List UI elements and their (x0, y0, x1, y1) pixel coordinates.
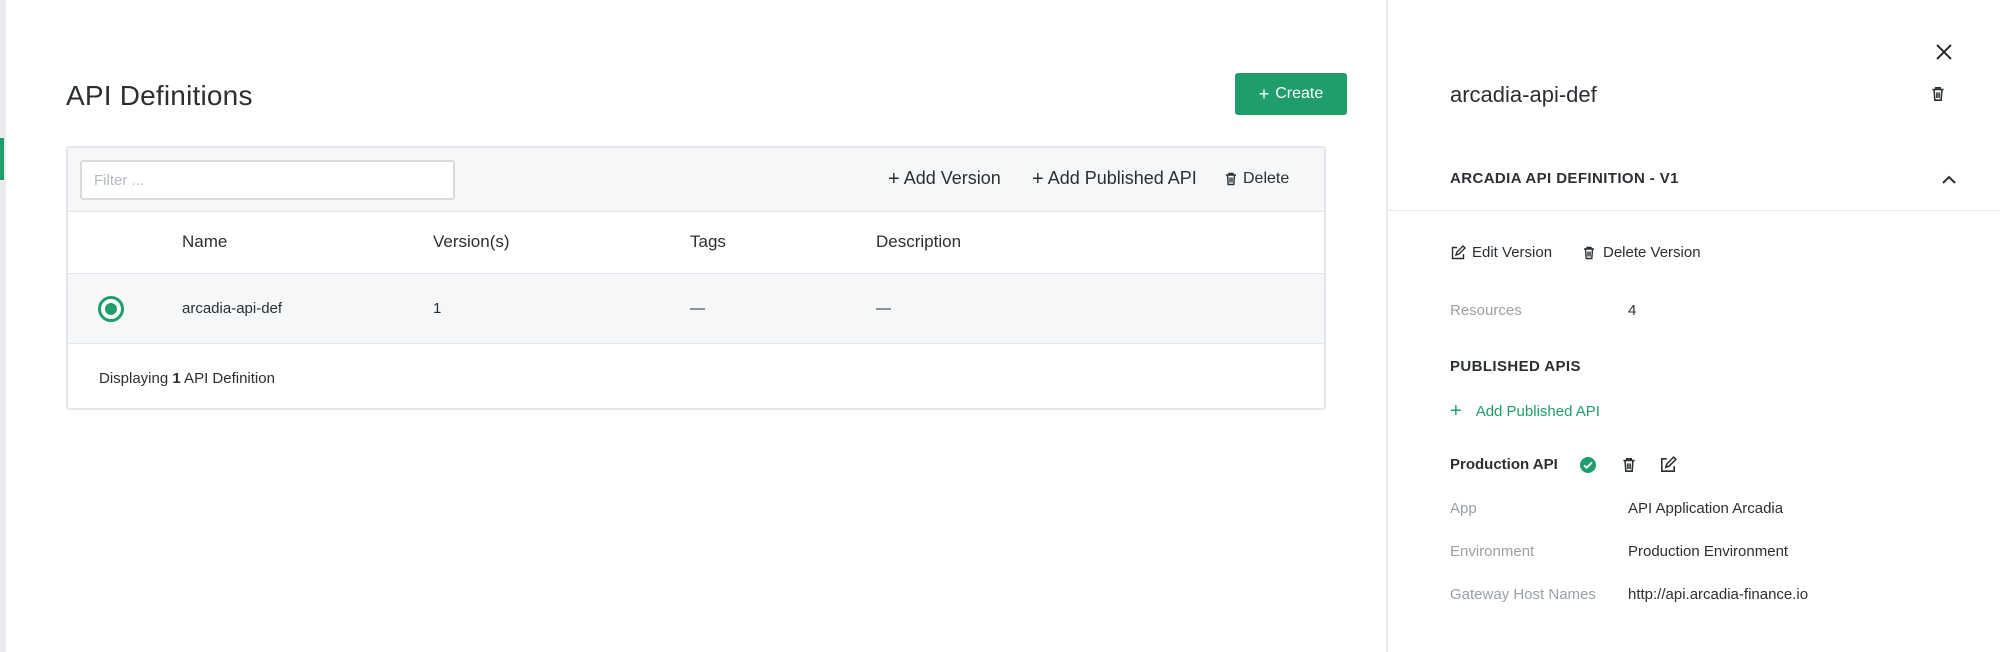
page-title: API Definitions (66, 80, 253, 111)
plus-icon: + (1032, 167, 1044, 190)
row-select-radio[interactable] (98, 296, 124, 322)
plus-icon: + (1450, 400, 1462, 422)
plus-icon: + (1258, 84, 1270, 104)
create-button[interactable]: + Create (1235, 73, 1347, 115)
chevron-up-icon[interactable] (1939, 170, 1959, 190)
edit-version-button[interactable]: Edit Version (1450, 244, 1552, 261)
resources-value: 4 (1628, 302, 1637, 319)
table-footer-count: Displaying 1 API Definition (99, 370, 275, 387)
gateway-host-names-label: Gateway Host Names (1450, 586, 1596, 603)
delete-label: Delete (1243, 170, 1290, 187)
delete-version-button[interactable]: Delete Version (1581, 244, 1701, 261)
create-button-label: Create (1275, 85, 1324, 102)
edit-icon[interactable] (1659, 456, 1677, 474)
api-definitions-table: + Add Version + Add Published API Delete… (66, 146, 1326, 410)
panel-title: arcadia-api-def (1450, 82, 1597, 107)
add-published-api-button[interactable]: + Add Published API (1032, 168, 1197, 189)
app-label: App (1450, 500, 1477, 517)
details-panel: arcadia-api-def ARCADIA API DEFINITION -… (1388, 0, 2000, 652)
add-published-api-label: Add Published API (1047, 168, 1197, 188)
edit-icon (1451, 244, 1466, 259)
edit-version-label: Edit Version (1472, 244, 1553, 261)
main-content: API Definitions + Create + Add Version +… (6, 0, 1386, 652)
version-section-heading[interactable]: ARCADIA API DEFINITION - V1 (1450, 170, 1679, 187)
published-apis-heading: PUBLISHED APIS (1450, 358, 1581, 375)
trash-icon[interactable] (1929, 85, 1947, 103)
add-published-api-link-label: Add Published API (1475, 402, 1600, 420)
cell-tags: — (690, 300, 705, 317)
delete-version-label: Delete Version (1603, 244, 1701, 261)
table-toolbar: + Add Version + Add Published API Delete (68, 148, 1324, 212)
column-header-description[interactable]: Description (876, 232, 961, 252)
gateway-host-names-value: http://api.arcadia-finance.io (1628, 586, 1809, 603)
column-header-tags[interactable]: Tags (690, 232, 726, 252)
table-row[interactable]: arcadia-api-def 1 — — (68, 274, 1324, 344)
cell-versions: 1 (433, 300, 442, 317)
nav-active-marker (0, 138, 4, 180)
delete-button[interactable]: Delete (1223, 170, 1289, 188)
add-published-api-link[interactable]: + Add Published API (1450, 401, 1600, 421)
app-value: API Application Arcadia (1628, 500, 1784, 517)
cell-name: arcadia-api-def (182, 300, 283, 317)
trash-icon[interactable] (1620, 456, 1638, 474)
table-header: Name Version(s) Tags Description (68, 212, 1324, 274)
cell-description: — (876, 300, 891, 317)
trash-icon (1584, 246, 1594, 259)
plus-icon: + (888, 167, 900, 190)
trash-icon (1226, 172, 1236, 186)
filter-input[interactable] (80, 160, 455, 200)
production-api-name: Production API (1450, 456, 1558, 473)
column-header-name[interactable]: Name (182, 232, 227, 252)
check-circle-icon (1580, 457, 1596, 473)
close-icon[interactable] (1932, 40, 1956, 64)
add-version-button[interactable]: + Add Version (888, 168, 1001, 189)
column-header-versions[interactable]: Version(s) (433, 232, 510, 252)
add-version-label: Add Version (903, 168, 1001, 188)
environment-value: Production Environment (1628, 543, 1789, 560)
environment-label: Environment (1450, 543, 1535, 560)
section-divider (1388, 210, 2000, 211)
resources-label: Resources (1450, 302, 1522, 319)
